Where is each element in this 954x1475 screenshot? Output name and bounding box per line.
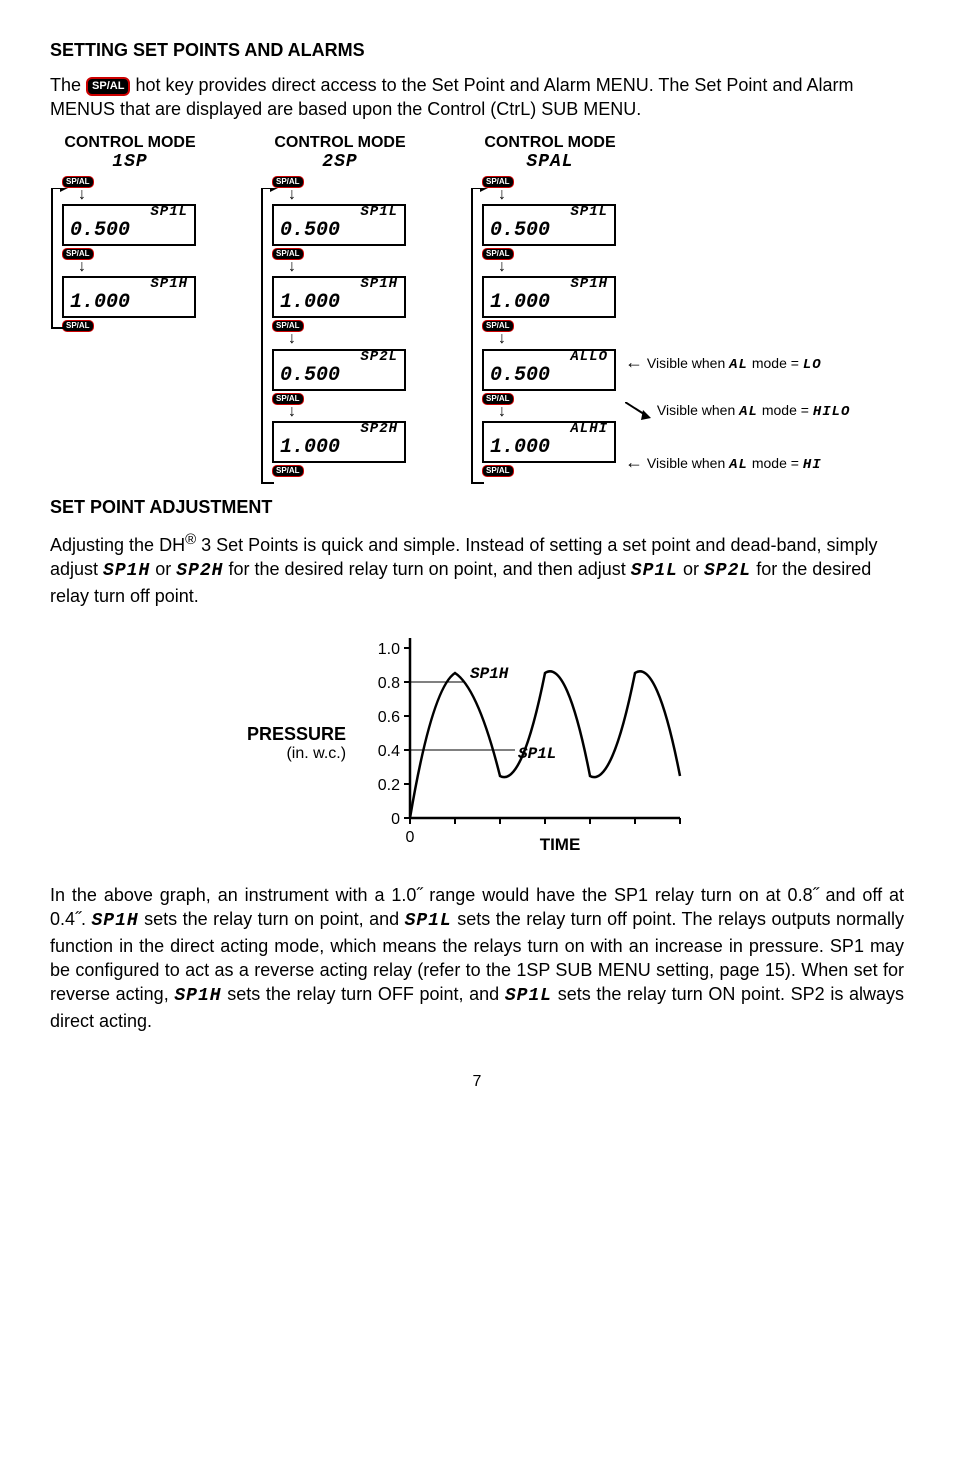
display-box: ALHI 1.000: [482, 421, 616, 463]
mode-col-1sp: CONTROL MODE 1SP SP/AL ↓ SP1L 0.500 SP/A…: [50, 134, 230, 333]
mode-title: CONTROL MODE: [50, 134, 210, 152]
seg-sp1h: SP1H: [174, 986, 221, 1006]
display-box: SP1H 1.000: [482, 276, 616, 318]
display-value: 1.000: [280, 436, 340, 459]
heading-adjustment: SET POINT ADJUSTMENT: [50, 497, 904, 518]
arrow-down-icon: ↓: [498, 260, 506, 274]
display-box: SP2H 1.000: [272, 421, 406, 463]
arrow-down-icon: ↓: [498, 405, 506, 419]
page-number: 7: [50, 1073, 904, 1091]
arrow-down-icon: ↓: [78, 260, 86, 274]
display-value: 1.000: [280, 291, 340, 314]
display-label: SP1H: [150, 276, 188, 292]
display-label: SP1H: [360, 276, 398, 292]
seg-sp1h: SP1H: [103, 561, 150, 581]
display-value: 1.000: [490, 436, 550, 459]
display-label: ALLO: [570, 349, 608, 365]
display-value: 0.500: [280, 219, 340, 242]
display-box: SP1H 1.000: [272, 276, 406, 318]
loop-connector-icon: [470, 188, 490, 488]
display-box: ALLO 0.500: [482, 349, 616, 391]
display-box: SP1H 1.000: [62, 276, 196, 318]
mode-sub-spal: SPAL: [470, 152, 630, 172]
mode-col-2sp: CONTROL MODE 2SP SP/AL ↓ SP1L 0.500 SP/A…: [260, 134, 440, 478]
chart-annot-sp1h: SP1H: [470, 665, 509, 683]
display-label: SP2L: [360, 349, 398, 365]
display-value: 0.500: [70, 219, 130, 242]
seg-sp1l: SP1L: [405, 911, 452, 931]
chart-svg: 0 0.2 0.4 0.6 0.8 1.0 0 SP1H SP1L TIME: [360, 628, 690, 858]
arrow-down-icon: ↓: [288, 332, 296, 346]
registered-icon: ®: [185, 531, 196, 548]
intro-text-b: hot key provides direct access to the Se…: [50, 75, 853, 119]
chart-ylabel-sub: (in. w.c.): [247, 745, 346, 763]
display-box: SP1L 0.500: [272, 204, 406, 246]
seg-sp2l: SP2L: [704, 561, 751, 581]
svg-text:0.2: 0.2: [378, 777, 400, 794]
display-box: SP1L 0.500: [482, 204, 616, 246]
display-value: 0.500: [490, 219, 550, 242]
mode-col-spal: CONTROL MODE SPAL SP/AL ↓ SP1L 0.500 SP/…: [470, 134, 890, 478]
chart-ylabel: PRESSURE (in. w.c.): [247, 724, 346, 763]
adj-text: Adjusting the DH: [50, 535, 185, 555]
seg-sp1l: SP1L: [505, 986, 552, 1006]
intro-text-a: The: [50, 75, 86, 95]
display-value: 1.000: [490, 291, 550, 314]
svg-text:1.0: 1.0: [378, 641, 400, 658]
seg-sp1l: SP1L: [631, 561, 678, 581]
svg-text:0: 0: [406, 829, 415, 846]
arrow-down-icon: ↓: [78, 188, 86, 202]
chart-annot-sp1l: SP1L: [518, 745, 556, 763]
para2-text: sets the relay turn on point, and: [139, 909, 405, 929]
display-label: SP1L: [360, 204, 398, 220]
chart-ylabel-main: PRESSURE: [247, 724, 346, 745]
display-box: SP1L 0.500: [62, 204, 196, 246]
display-label: SP1H: [570, 276, 608, 292]
adj-text: or: [150, 559, 176, 579]
mode-diagram: CONTROL MODE 1SP SP/AL ↓ SP1L 0.500 SP/A…: [50, 134, 904, 478]
explanation-paragraph: In the above graph, an instrument with a…: [50, 883, 904, 1033]
adjustment-paragraph: Adjusting the DH® 3 Set Points is quick …: [50, 530, 904, 608]
svg-text:0.8: 0.8: [378, 675, 400, 692]
mode-title: CONTROL MODE: [470, 134, 630, 152]
chart-xlabel: TIME: [540, 835, 581, 854]
display-value: 1.000: [70, 291, 130, 314]
display-label: SP1L: [150, 204, 188, 220]
loop-connector-icon: [50, 188, 70, 333]
display-label: SP1L: [570, 204, 608, 220]
arrow-down-icon: ↓: [288, 260, 296, 274]
loop-connector-icon: [260, 188, 280, 488]
display-value: 0.500: [490, 364, 550, 387]
annot-lo: ← Visible when AL mode = LO: [625, 352, 822, 373]
svg-text:0.4: 0.4: [378, 743, 400, 760]
seg-sp2h: SP2H: [176, 561, 223, 581]
arrow-down-icon: ↓: [288, 188, 296, 202]
display-label: SP2H: [360, 421, 398, 437]
svg-text:0.6: 0.6: [378, 709, 400, 726]
intro-paragraph: The SP/AL hot key provides direct access…: [50, 73, 904, 122]
mode-sub-2sp: 2SP: [260, 152, 420, 172]
seg-sp1h: SP1H: [91, 911, 138, 931]
adj-text: or: [678, 559, 704, 579]
arrow-down-icon: ↓: [288, 405, 296, 419]
svg-text:0: 0: [391, 811, 400, 828]
display-value: 0.500: [280, 364, 340, 387]
mode-title: CONTROL MODE: [260, 134, 420, 152]
pressure-time-chart: PRESSURE (in. w.c.) 0 0.2 0.4 0.6 0.8 1.…: [247, 628, 707, 858]
spal-hotkey-icon: SP/AL: [86, 77, 130, 96]
heading-setpoints: SETTING SET POINTS AND ALARMS: [50, 40, 904, 61]
display-box: SP2L 0.500: [272, 349, 406, 391]
mode-sub-1sp: 1SP: [50, 152, 210, 172]
para2-text: sets the relay turn OFF point, and: [222, 984, 505, 1004]
annot-hilo: Visible when AL mode = HILO: [625, 402, 850, 422]
arrow-down-icon: ↓: [498, 188, 506, 202]
adj-text: for the desired relay turn on point, and…: [224, 559, 631, 579]
display-label: ALHI: [570, 421, 608, 437]
annot-hi: ← Visible when AL mode = HI: [625, 452, 822, 473]
arrow-down-icon: ↓: [498, 332, 506, 346]
